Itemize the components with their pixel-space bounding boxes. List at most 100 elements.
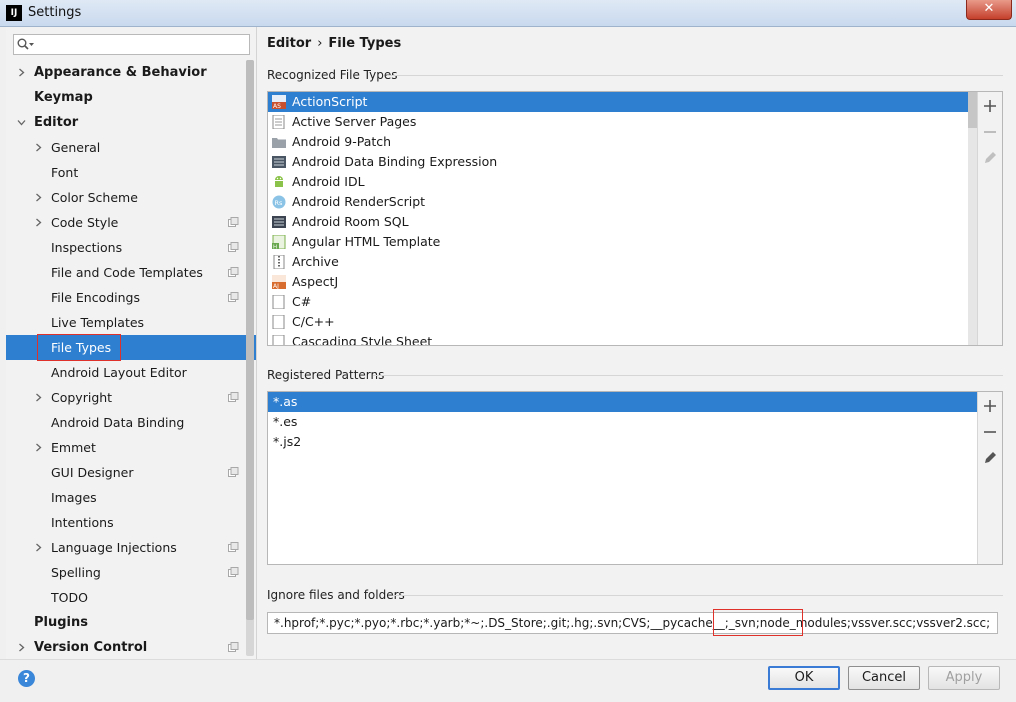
pattern-row[interactable]: *.es xyxy=(268,412,977,432)
add-file-type-icon[interactable] xyxy=(983,99,997,113)
sidebar-item-version-control[interactable]: Version Control xyxy=(6,635,256,659)
chevron-right-icon[interactable] xyxy=(34,543,43,552)
sidebar-item-label: Android Data Binding xyxy=(51,415,185,430)
ok-button[interactable]: OK xyxy=(768,666,840,690)
file-types-scrollbar[interactable] xyxy=(968,92,977,345)
sidebar-item-language-injections[interactable]: Language Injections xyxy=(6,535,256,560)
sidebar-item-color-scheme[interactable]: Color Scheme xyxy=(6,185,256,210)
chevron-right-icon[interactable] xyxy=(34,443,43,452)
search-icon xyxy=(17,38,34,50)
sidebar-item-emmet[interactable]: Emmet xyxy=(6,435,256,460)
project-scope-icon xyxy=(228,392,239,402)
file-type-row[interactable]: AS ActionScript xyxy=(268,92,977,112)
file-type-label: C# xyxy=(292,294,312,309)
asp-icon xyxy=(272,115,285,129)
sidebar-item-label: Color Scheme xyxy=(51,190,138,205)
pattern-row[interactable]: *.js2 xyxy=(268,432,977,452)
sidebar-item-appearance-behavior[interactable]: Appearance & Behavior xyxy=(6,60,256,85)
sidebar-item-plugins[interactable]: Plugins xyxy=(6,610,256,635)
chevron-right-icon[interactable] xyxy=(34,193,43,202)
settings-search-box[interactable] xyxy=(13,34,250,55)
file-types-scrollbar-thumb[interactable] xyxy=(968,92,977,128)
dialog-button-bar: ? OK Cancel Apply xyxy=(0,659,1016,702)
sidebar-item-label: Spelling xyxy=(51,565,101,580)
section-divider xyxy=(373,375,1003,376)
chevron-right-icon[interactable] xyxy=(17,68,26,77)
sidebar-item-label: Live Templates xyxy=(51,315,145,330)
window-close-button[interactable]: ✕ xyxy=(966,0,1012,20)
sidebar-item-intentions[interactable]: Intentions xyxy=(6,510,256,535)
sidebar-item-file-types[interactable]: File Types xyxy=(6,334,256,361)
file-type-label: Android Data Binding Expression xyxy=(292,154,498,169)
archive-icon xyxy=(273,255,285,269)
file-type-row[interactable]: Android Room SQL xyxy=(268,212,977,232)
sidebar-item-images[interactable]: Images xyxy=(6,485,256,510)
file-type-row[interactable]: Archive xyxy=(268,252,977,272)
sidebar-item-spelling[interactable]: Spelling xyxy=(6,560,256,585)
sql-icon xyxy=(272,216,286,228)
project-scope-icon xyxy=(228,267,239,277)
sidebar-item-general[interactable]: General xyxy=(6,135,256,160)
file-type-row[interactable]: C/C++ xyxy=(268,312,977,332)
binding-icon xyxy=(272,156,286,168)
folder-icon xyxy=(272,138,286,148)
sidebar-item-copyright[interactable]: Copyright xyxy=(6,385,256,410)
sidebar-item-file-encodings[interactable]: File Encodings xyxy=(6,285,256,310)
remove-pattern-icon[interactable] xyxy=(983,425,997,439)
file-type-row[interactable]: C# xyxy=(268,292,977,312)
pattern-row[interactable]: *.as xyxy=(268,392,977,412)
sidebar-item-editor[interactable]: Editor xyxy=(6,110,256,135)
sidebar-item-android-layout-editor[interactable]: Android Layout Editor xyxy=(6,360,256,385)
file-type-row[interactable]: AJ AspectJ xyxy=(268,272,977,292)
sidebar-item-android-data-binding[interactable]: Android Data Binding xyxy=(6,410,256,435)
renderscript-icon: Rs xyxy=(272,195,286,209)
file-type-row[interactable]: Android 9-Patch xyxy=(268,132,977,152)
project-scope-icon xyxy=(228,567,239,577)
csharp-icon xyxy=(272,295,285,309)
sidebar-item-label: Intentions xyxy=(51,515,114,530)
sidebar-scrollbar-thumb[interactable] xyxy=(246,60,254,620)
file-type-row[interactable]: Rs Android RenderScript xyxy=(268,192,977,212)
file-type-row[interactable]: Android IDL xyxy=(268,172,977,192)
window-titlebar: IJ Settings ✕ xyxy=(0,0,1016,27)
file-type-row[interactable]: Active Server Pages xyxy=(268,112,977,132)
chevron-right-icon[interactable] xyxy=(34,143,43,152)
breadcrumb: Editor › File Types xyxy=(267,36,401,51)
help-button[interactable]: ? xyxy=(18,670,35,687)
sidebar-item-live-templates[interactable]: Live Templates xyxy=(6,310,256,335)
chevron-right-icon[interactable] xyxy=(17,643,26,652)
remove-file-type-icon[interactable] xyxy=(983,125,997,139)
add-pattern-icon[interactable] xyxy=(983,399,997,413)
sidebar-item-gui-designer[interactable]: GUI Designer xyxy=(6,460,256,485)
android-icon xyxy=(275,176,283,187)
sidebar-item-keymap[interactable]: Keymap xyxy=(6,85,256,110)
sidebar-item-label: Copyright xyxy=(51,390,113,405)
breadcrumb-separator: › xyxy=(317,36,323,51)
sidebar-item-todo[interactable]: TODO xyxy=(6,585,256,610)
sidebar-item-file-and-code-templates[interactable]: File and Code Templates xyxy=(6,260,256,285)
file-type-row[interactable]: Android Data Binding Expression xyxy=(268,152,977,172)
file-type-label: Android IDL xyxy=(292,174,365,189)
file-type-row[interactable]: Cascading Style Sheet xyxy=(268,332,977,345)
chevron-right-icon[interactable] xyxy=(34,393,43,402)
sidebar-scrollbar[interactable] xyxy=(246,60,254,656)
recognized-file-types-list[interactable]: AS ActionScript Active Server Pages Android… xyxy=(267,91,1003,346)
edit-pattern-icon[interactable] xyxy=(983,451,997,465)
chevron-down-icon[interactable] xyxy=(17,118,26,127)
cpp-icon xyxy=(272,315,285,329)
cancel-button[interactable]: Cancel xyxy=(848,666,920,690)
chevron-right-icon[interactable] xyxy=(34,218,43,227)
search-input[interactable] xyxy=(38,36,247,53)
registered-patterns-list[interactable]: *.as *.es *.js2 xyxy=(267,391,1003,565)
apply-button[interactable]: Apply xyxy=(928,666,1000,690)
file-types-panel: Editor › File Types Recognized File Types … xyxy=(257,27,1016,659)
ignore-files-input[interactable]: *.hprof;*.pyc;*.pyo;*.rbc;*.yarb;*~;.DS_… xyxy=(267,612,998,634)
sidebar-item-inspections[interactable]: Inspections xyxy=(6,235,256,260)
sidebar-item-code-style[interactable]: Code Style xyxy=(6,210,256,235)
file-type-row[interactable]: H Angular HTML Template xyxy=(268,232,977,252)
project-scope-icon xyxy=(228,467,239,477)
edit-file-type-icon[interactable] xyxy=(983,151,997,165)
file-type-label: Angular HTML Template xyxy=(292,234,441,249)
sidebar-item-label: GUI Designer xyxy=(51,465,134,480)
sidebar-item-font[interactable]: Font xyxy=(6,160,256,185)
